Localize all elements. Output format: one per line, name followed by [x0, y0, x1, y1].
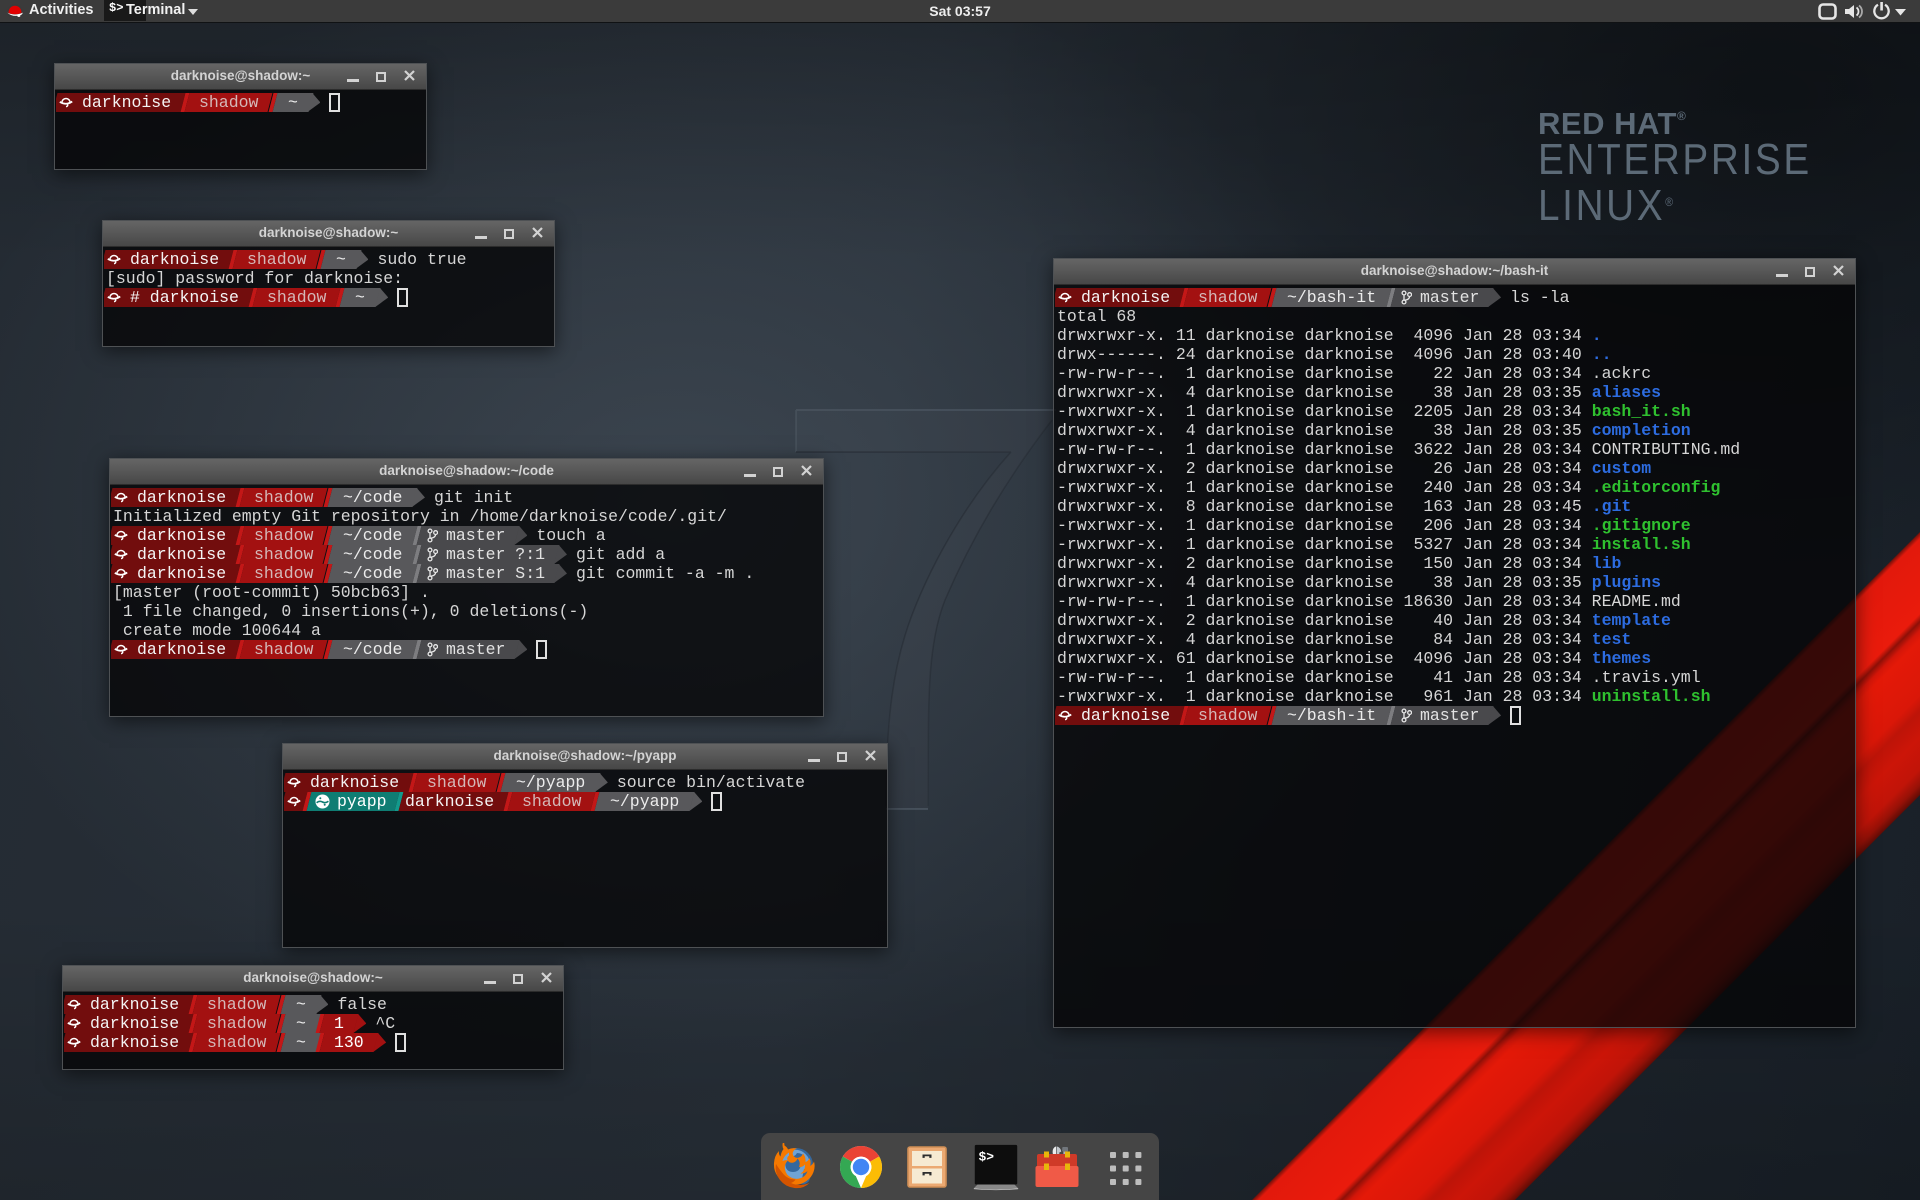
svg-text:$>: $> [978, 1150, 994, 1165]
